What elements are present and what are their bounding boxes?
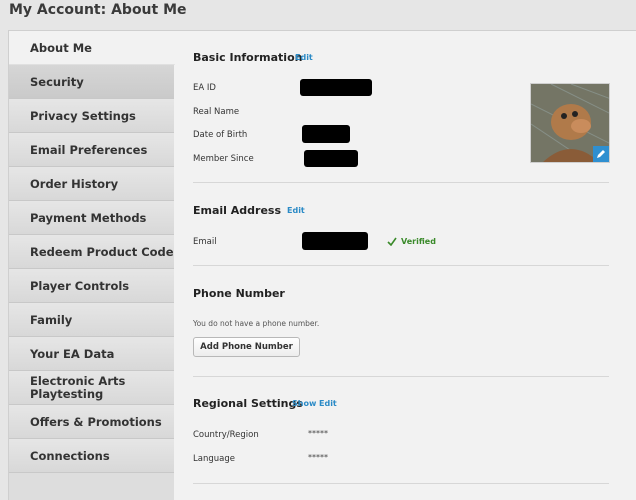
sidebar-item-label: Order History [30, 176, 119, 191]
sidebar-item-label: Redeem Product Code [30, 244, 174, 259]
language-label: Language [193, 454, 235, 464]
sidebar-item-label: Payment Methods [30, 210, 147, 225]
member-since-redacted [304, 150, 358, 167]
sidebar-item-label: Electronic Arts Playtesting [30, 373, 126, 401]
sidebar-item-about-me[interactable]: About Me [9, 31, 175, 65]
sidebar-item-label: Your EA Data [30, 346, 115, 361]
ea-id-label: EA ID [193, 83, 216, 93]
account-panel: About Me Security Privacy Settings Email… [8, 30, 636, 500]
main-content: Basic Information Edit EA ID Real Name D… [174, 31, 636, 500]
country-value: ***** [308, 429, 328, 438]
checkmark-icon [387, 237, 397, 246]
verified-label: Verified [401, 237, 436, 246]
dob-label: Date of Birth [193, 130, 248, 140]
sidebar-item-offers-promotions[interactable]: Offers & Promotions [9, 405, 174, 439]
sidebar-item-label: Security [30, 74, 84, 89]
real-name-label: Real Name [193, 107, 240, 117]
sidebar-item-your-ea-data[interactable]: Your EA Data [9, 337, 174, 371]
section-divider [193, 265, 609, 266]
add-phone-number-button[interactable]: Add Phone Number [193, 337, 300, 357]
sidebar-item-privacy-settings[interactable]: Privacy Settings [9, 99, 174, 133]
sidebar-item-player-controls[interactable]: Player Controls [9, 269, 174, 303]
regional-title: Regional Settings [193, 397, 303, 410]
email-label: Email [193, 237, 217, 247]
basic-info-title: Basic Information [193, 51, 303, 64]
page-title: My Account: About Me [9, 2, 187, 18]
member-since-label: Member Since [193, 154, 254, 164]
avatar[interactable] [530, 83, 610, 163]
sidebar-item-order-history[interactable]: Order History [9, 167, 174, 201]
avatar-edit-button[interactable] [593, 146, 609, 162]
pencil-icon [597, 150, 605, 158]
sidebar-item-connections[interactable]: Connections [9, 439, 174, 473]
section-divider [193, 483, 609, 484]
email-edit-link[interactable]: Edit [287, 206, 305, 215]
sidebar-item-payment-methods[interactable]: Payment Methods [9, 201, 174, 235]
no-phone-message: You do not have a phone number. [193, 319, 320, 328]
email-title: Email Address [193, 204, 282, 217]
sidebar-item-ea-playtesting[interactable]: Electronic Arts Playtesting [9, 371, 174, 405]
sidebar-item-label: Offers & Promotions [30, 414, 162, 429]
sidebar-item-label: Family [30, 312, 73, 327]
verified-status: Verified [387, 237, 436, 246]
sidebar-item-redeem-product-code[interactable]: Redeem Product Code [9, 235, 174, 269]
phone-title: Phone Number [193, 287, 285, 300]
regional-edit-link[interactable]: Edit [319, 399, 337, 408]
sidebar-item-security[interactable]: Security [9, 65, 174, 99]
dob-redacted [302, 125, 350, 143]
sidebar-item-family[interactable]: Family [9, 303, 174, 337]
section-divider [193, 182, 609, 183]
ea-id-redacted [300, 79, 372, 96]
sidebar-item-label: Player Controls [30, 278, 130, 293]
section-divider [193, 376, 609, 377]
country-label: Country/Region [193, 430, 259, 440]
basic-info-edit-link[interactable]: Edit [295, 53, 313, 62]
email-redacted [302, 232, 368, 250]
sidebar-item-email-preferences[interactable]: Email Preferences [9, 133, 174, 167]
sidebar-item-label: About Me [30, 40, 92, 55]
sidebar-item-label: Privacy Settings [30, 108, 136, 123]
regional-show-link[interactable]: Show [292, 399, 316, 408]
sidebar-nav: About Me Security Privacy Settings Email… [9, 31, 183, 500]
sidebar-item-label: Email Preferences [30, 142, 148, 157]
sidebar-item-label: Connections [30, 448, 110, 463]
language-value: ***** [308, 453, 328, 462]
